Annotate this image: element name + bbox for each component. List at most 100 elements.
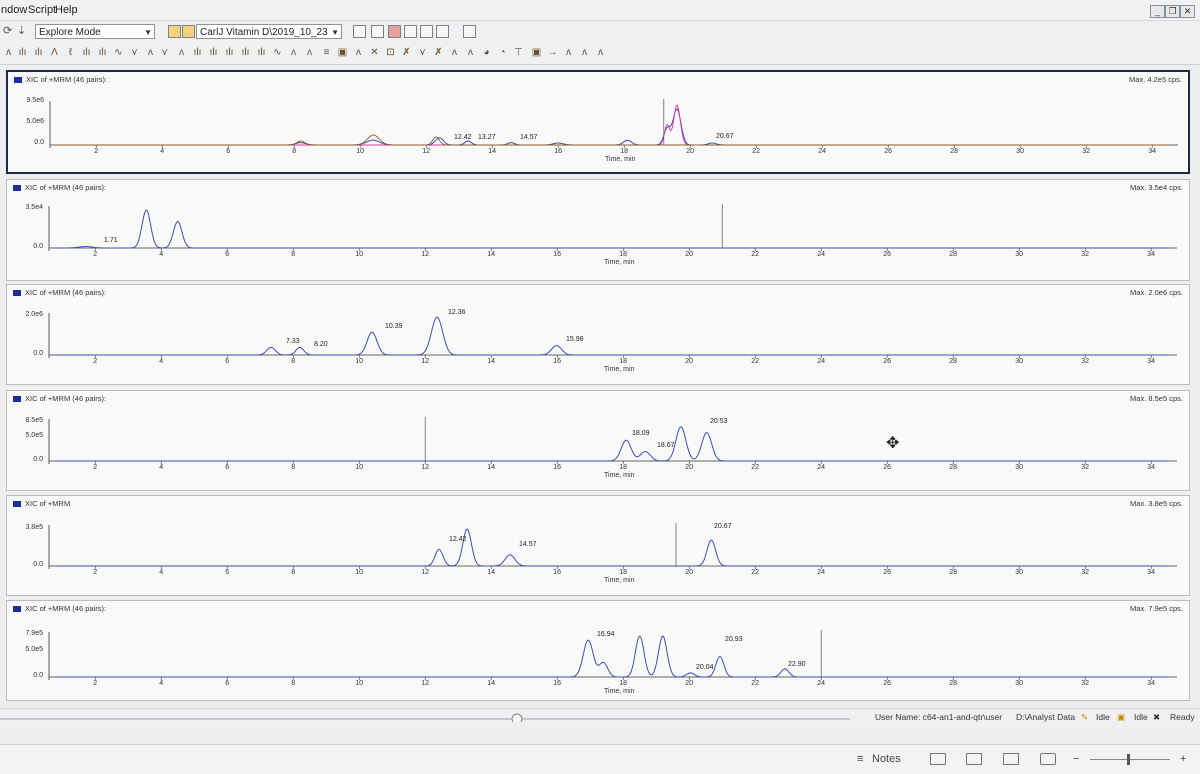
restore-icon[interactable]: ❐ <box>1165 5 1180 18</box>
subtract-icon[interactable]: ᴧ <box>287 46 300 59</box>
zoom-slider[interactable] <box>1090 759 1170 760</box>
peak-label[interactable]: 10.39 <box>385 323 403 330</box>
chromatogram-pane[interactable]: XIC of +MRM (46 pairs): Max. 3.5e4 cps. 3.… <box>6 179 1190 281</box>
peak-icon[interactable]: Λ <box>48 46 61 59</box>
spectrum-icon[interactable]: ᴧ <box>2 46 15 59</box>
mode-select[interactable]: Explore Mode ▼ <box>35 24 155 39</box>
chromatogram-pane[interactable]: XIC of +MRM Max. 3.8e5 cps. 3.8e5 0.0 2 4 6 8 10… <box>6 495 1190 596</box>
noise-icon[interactable]: ılı <box>207 46 220 59</box>
overlay-all-icon[interactable]: ᴧ <box>464 46 477 59</box>
table-view-icon[interactable]: ≡ <box>320 46 333 59</box>
lock-icon[interactable] <box>463 25 476 38</box>
threshold-icon[interactable]: ılı <box>223 46 236 59</box>
instrument-icon[interactable] <box>353 25 366 38</box>
tile-icon[interactable] <box>436 25 449 38</box>
peak-label[interactable]: 12.42 <box>454 134 472 141</box>
chromatogram-plot[interactable] <box>7 496 1187 593</box>
peak-label[interactable]: 14.57 <box>520 134 538 141</box>
peak-label[interactable]: 22.90 <box>788 661 806 668</box>
chromatogram-pane[interactable]: XIC of +MRM (46 pairs): Max. 4.2e5 cps. 9.… <box>6 70 1190 174</box>
overlay-icon[interactable]: ᴧ <box>144 46 157 59</box>
peak-label[interactable]: 20.67 <box>716 133 734 140</box>
peak-label[interactable]: 13.27 <box>478 134 496 141</box>
peak-label[interactable]: 8.20 <box>314 341 328 348</box>
horizontal-scrollbar[interactable] <box>0 712 860 722</box>
peak-label[interactable]: 12.42 <box>449 536 467 543</box>
peak-label[interactable]: 12.36 <box>448 309 466 316</box>
report-icon[interactable] <box>388 25 401 38</box>
scroll-thumb[interactable] <box>511 713 523 722</box>
zoom-out-icon[interactable]: − <box>1073 753 1079 765</box>
color-wheel-icon[interactable]: ◕ <box>480 46 493 59</box>
grid-icon[interactable] <box>420 25 433 38</box>
presenter-view-icon[interactable] <box>1040 753 1056 765</box>
baseline-icon[interactable]: ᴧ <box>175 46 188 59</box>
arrow-tool-icon[interactable]: ✗ <box>400 46 413 59</box>
list-icon[interactable]: ᴧ <box>303 46 316 59</box>
label3-icon[interactable]: ᴧ <box>594 46 607 59</box>
export-icon[interactable]: ▣ <box>530 46 543 59</box>
label-icon[interactable]: ᴧ <box>562 46 575 59</box>
chromatogram-pane[interactable]: XIC of +MRM (46 pairs): Max. 2.0e6 cps. 2.… <box>6 284 1190 385</box>
chromatogram-pane[interactable]: XIC of +MRM (46 pairs): Max. 8.5e5 cps. 8.… <box>6 390 1190 491</box>
normal-view-icon[interactable] <box>930 753 946 765</box>
label2-icon[interactable]: ᴧ <box>578 46 591 59</box>
trace-icon[interactable]: ∿ <box>112 46 125 59</box>
centroid-icon[interactable]: ılı <box>239 46 252 59</box>
peak-label[interactable]: 16.94 <box>597 631 615 638</box>
histogram-icon[interactable]: ılı <box>32 46 45 59</box>
peak-label[interactable]: 1.71 <box>104 237 118 244</box>
peak-label[interactable]: 20.67 <box>714 523 732 530</box>
bar-chart-icon[interactable]: ılı <box>16 46 29 59</box>
file-select[interactable]: CarlJ Vitamin D\2019_10_23 ▼ <box>196 24 342 39</box>
peak-label[interactable]: 18.09 <box>632 430 650 437</box>
chromatogram-pane[interactable]: XIC of +MRM (46 pairs): Max. 7.9e5 cps. 7.… <box>6 600 1190 701</box>
zoom-in-icon[interactable]: + <box>1180 753 1186 765</box>
file-icon[interactable] <box>182 25 195 38</box>
peak-label[interactable]: 14.57 <box>519 541 537 548</box>
peak-label[interactable]: 15.98 <box>566 336 584 343</box>
table-icon[interactable] <box>404 25 417 38</box>
normalize-icon[interactable]: ᴧ <box>448 46 461 59</box>
notes-icon[interactable]: ≡ <box>857 753 863 765</box>
peak-label[interactable]: 18.67 <box>657 442 675 449</box>
compare-icon[interactable]: ⋎ <box>128 46 141 59</box>
peak-label[interactable]: 20.53 <box>710 418 728 425</box>
pin-icon[interactable]: ⊤ <box>512 46 525 59</box>
dropdown-arrow-icon[interactable]: ⇣ <box>17 24 26 38</box>
zoom-slider-thumb[interactable] <box>1127 754 1130 765</box>
tic-icon[interactable]: ılı <box>80 46 93 59</box>
bpc-icon[interactable]: ılı <box>96 46 109 59</box>
reading-view-icon[interactable] <box>1003 753 1019 765</box>
integrate-icon[interactable]: ılı <box>191 46 204 59</box>
arrow-right-icon[interactable]: → <box>546 46 559 59</box>
grid-view-icon[interactable] <box>966 753 982 765</box>
notes-button[interactable]: Notes <box>872 753 901 765</box>
chromatogram-plot[interactable] <box>7 285 1187 382</box>
smooth-icon[interactable]: ∿ <box>271 46 284 59</box>
peak-label[interactable]: 20.04 <box>696 664 714 671</box>
sum-icon[interactable]: ⋎ <box>158 46 171 59</box>
delete-icon[interactable]: ✕ <box>368 46 381 59</box>
fit-icon[interactable]: ⋎ <box>416 46 429 59</box>
menu-script[interactable]: Script <box>28 4 56 16</box>
autoscale-icon[interactable]: ✗ <box>432 46 445 59</box>
chromatogram-plot[interactable] <box>7 180 1187 278</box>
close-icon[interactable]: ✕ <box>1180 5 1195 18</box>
peak-label[interactable]: 20.93 <box>725 636 743 643</box>
xic-icon[interactable]: ℓ <box>64 46 77 59</box>
sphere-icon[interactable]: ◔ <box>496 46 509 59</box>
close-file-icon[interactable] <box>371 25 384 38</box>
minimize-icon[interactable]: _ <box>1150 5 1165 18</box>
peak-label-icon[interactable]: ᴧ <box>352 46 365 59</box>
chromatogram-plot[interactable] <box>7 391 1187 488</box>
zoom-icon[interactable]: ⊡ <box>384 46 397 59</box>
properties-icon[interactable]: ▣ <box>336 46 349 59</box>
menu-help[interactable]: Help <box>55 4 78 16</box>
menu-window[interactable]: ndow <box>1 4 27 16</box>
chromatogram-plot[interactable] <box>8 72 1188 172</box>
open-folder-icon[interactable] <box>168 25 181 38</box>
peak-label[interactable]: 7.33 <box>286 338 300 345</box>
scale-icon[interactable]: ılı <box>255 46 268 59</box>
refresh-icon[interactable]: ⟳ <box>3 24 12 38</box>
